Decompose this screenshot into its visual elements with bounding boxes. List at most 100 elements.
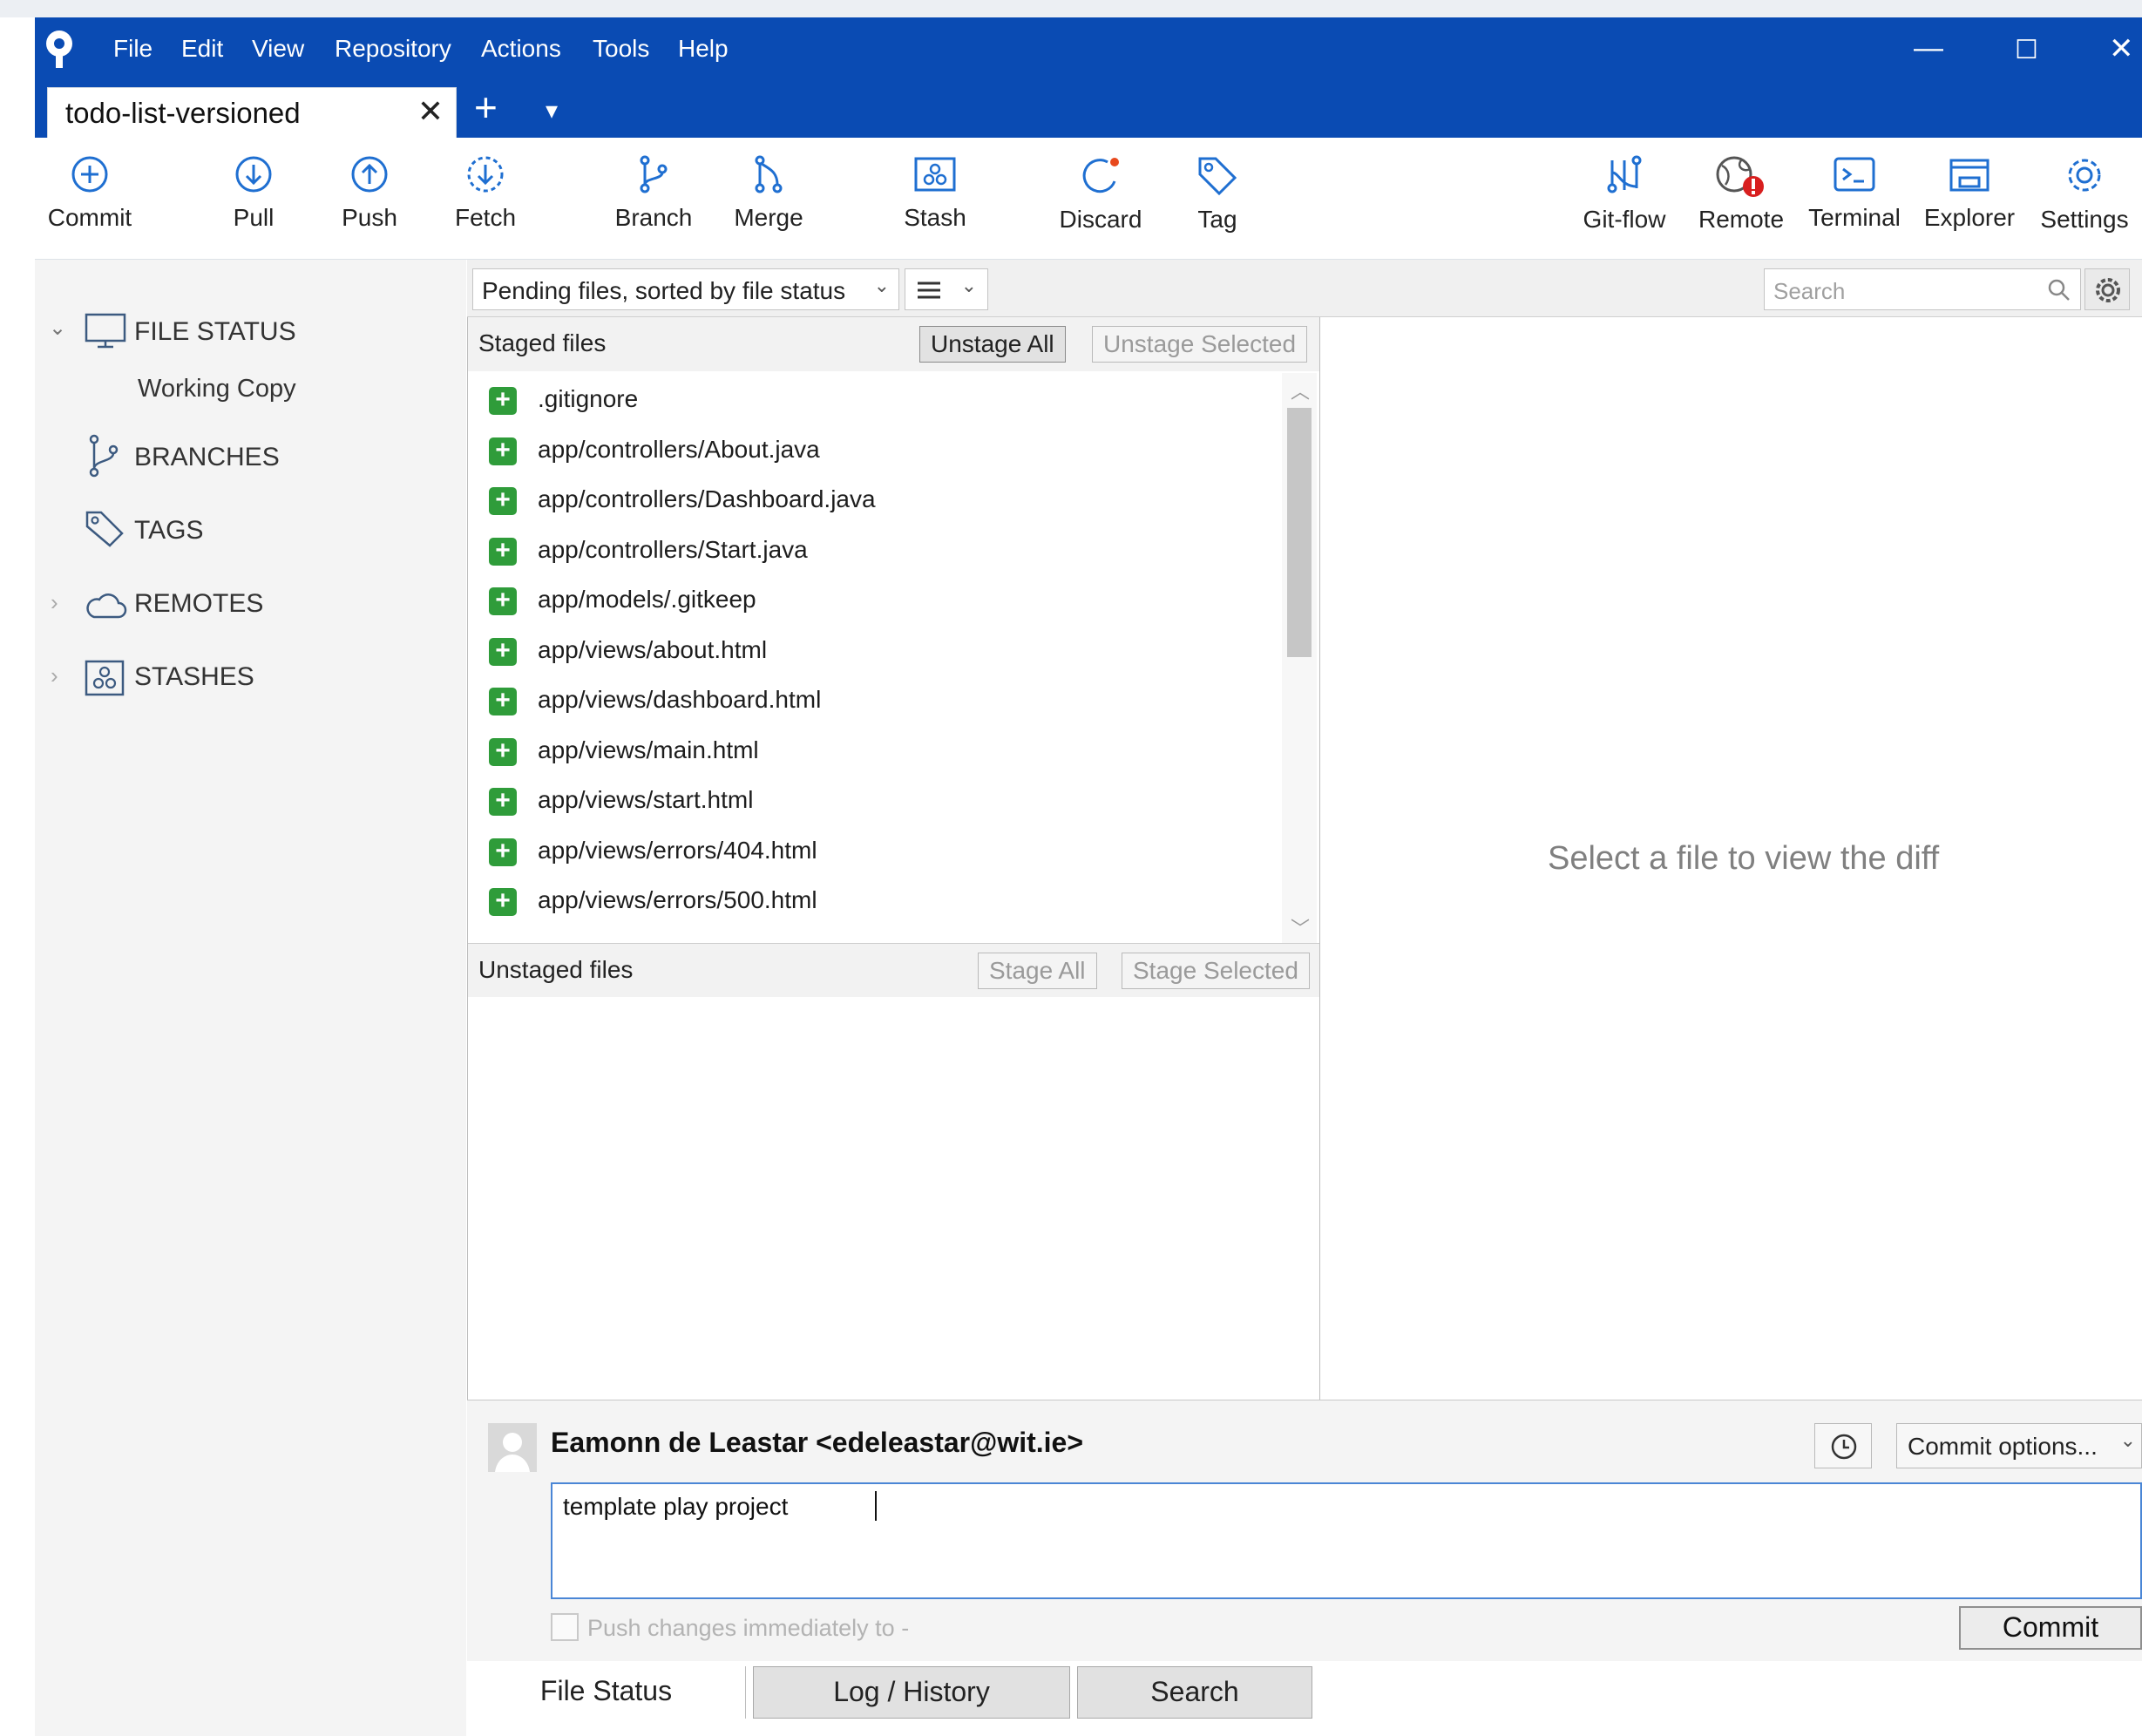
staged-file-row[interactable]: + app/views/dashboard.html xyxy=(489,684,1256,719)
chevron-down-icon: ⌄ xyxy=(873,275,890,296)
staged-file-row[interactable]: + app/views/about.html xyxy=(489,634,1256,669)
file-name: app/views/errors/404.html xyxy=(538,837,817,864)
tab-search-label: Search xyxy=(1150,1676,1239,1707)
merge-icon xyxy=(755,155,783,193)
staged-scrollbar[interactable]: ︿ ﹀ xyxy=(1282,373,1317,948)
menu-actions[interactable]: Actions xyxy=(481,35,561,63)
staged-file-row[interactable]: + app/controllers/Dashboard.java xyxy=(489,484,1256,519)
unstaged-title: Unstaged files xyxy=(478,956,634,983)
list-view-icon xyxy=(918,281,940,299)
remote-label: Remote xyxy=(1698,206,1785,233)
push-immediately-label: Push changes immediately to - xyxy=(587,1615,910,1641)
branch-button[interactable]: Branch xyxy=(603,155,704,251)
scrollbar-thumb[interactable] xyxy=(1287,408,1312,657)
menu-edit[interactable]: Edit xyxy=(181,35,223,63)
sidebar-branches[interactable]: BRANCHES xyxy=(134,443,280,472)
gitflow-button[interactable]: Git-flow xyxy=(1574,155,1675,251)
commit-button[interactable]: Commit xyxy=(42,155,138,251)
staged-file-row[interactable]: + app/models/.gitkeep xyxy=(489,584,1256,619)
staged-file-row[interactable]: + app/views/errors/404.html xyxy=(489,835,1256,870)
tab-log-history[interactable]: Log / History xyxy=(753,1666,1070,1719)
commit-submit-button[interactable]: Commit xyxy=(1959,1606,2142,1650)
added-file-icon: + xyxy=(489,838,517,866)
close-window-button[interactable]: ✕ xyxy=(2109,31,2134,66)
menu-repository[interactable]: Repository xyxy=(335,35,451,63)
commit-message-text: template play project xyxy=(563,1493,789,1520)
pull-button[interactable]: Pull xyxy=(206,155,302,251)
tab-file-status[interactable]: File Status xyxy=(467,1666,746,1719)
commit-author: Eamonn de Leastar <edeleastar@wit.ie> xyxy=(551,1427,1084,1458)
push-button[interactable]: Push xyxy=(322,155,417,251)
commit-options-label: Commit options... xyxy=(1908,1433,2098,1460)
commit-options-dropdown[interactable]: Commit options... ⌄ xyxy=(1896,1423,2142,1468)
tag-button[interactable]: Tag xyxy=(1169,155,1265,251)
chevron-right-icon[interactable]: › xyxy=(51,589,58,616)
discard-button[interactable]: Discard xyxy=(1053,155,1149,251)
sort-dropdown[interactable]: Pending files, sorted by file status ⌄ xyxy=(472,268,899,310)
staged-file-row[interactable]: + app/controllers/Start.java xyxy=(489,534,1256,569)
chevron-down-icon[interactable]: ⌄ xyxy=(49,315,66,341)
branch-icon xyxy=(89,434,119,478)
terminal-button[interactable]: Terminal xyxy=(1804,155,1905,251)
user-avatar-icon xyxy=(495,1433,530,1472)
explorer-button[interactable]: Explorer xyxy=(1919,155,2020,251)
view-mode-dropdown[interactable]: ⌄ xyxy=(905,268,988,310)
added-file-icon: + xyxy=(489,487,517,515)
menu-view[interactable]: View xyxy=(252,35,304,63)
tab-log-history-label: Log / History xyxy=(833,1676,990,1707)
sidebar-file-status[interactable]: FILE STATUS xyxy=(134,317,296,347)
commit-history-button[interactable] xyxy=(1814,1423,1872,1468)
stage-selected-button[interactable]: Stage Selected xyxy=(1122,953,1310,989)
added-file-icon: + xyxy=(489,437,517,465)
merge-button[interactable]: Merge xyxy=(720,155,817,251)
commit-message-input[interactable]: template play project xyxy=(551,1482,2142,1599)
file-name: app/controllers/Dashboard.java xyxy=(538,485,876,512)
menu-tools[interactable]: Tools xyxy=(593,35,649,63)
unstage-all-button[interactable]: Unstage All xyxy=(919,326,1066,363)
staged-file-row[interactable]: + app/views/main.html xyxy=(489,735,1256,770)
scroll-up-icon[interactable]: ︿ xyxy=(1291,376,1310,404)
maximize-button[interactable]: ☐ xyxy=(2015,35,2038,65)
repo-tab-label: todo-list-versioned xyxy=(65,97,301,129)
tab-file-status-label: File Status xyxy=(539,1675,673,1706)
settings-button[interactable]: Settings xyxy=(2036,155,2133,251)
sidebar-remotes[interactable]: REMOTES xyxy=(134,589,263,619)
new-tab-button[interactable]: + xyxy=(474,84,498,131)
tab-close-icon[interactable]: ✕ xyxy=(417,93,444,130)
sidebar-tags[interactable]: TAGS xyxy=(134,516,203,546)
remote-button[interactable]: Remote xyxy=(1691,155,1792,251)
clock-icon xyxy=(1831,1434,1857,1460)
fetch-button[interactable]: Fetch xyxy=(437,155,533,251)
tag-icon xyxy=(1198,157,1237,195)
staged-file-row[interactable]: + app/views/errors/500.html xyxy=(489,885,1256,919)
staged-file-row[interactable]: + app/views/start.html xyxy=(489,784,1256,819)
stash-button[interactable]: Stash xyxy=(887,155,983,251)
push-immediately-checkbox[interactable] xyxy=(551,1613,579,1641)
sidebar-stashes[interactable]: STASHES xyxy=(134,662,254,692)
menu-file[interactable]: File xyxy=(113,35,153,63)
file-name: app/models/.gitkeep xyxy=(538,586,756,613)
gitflow-icon xyxy=(1607,155,1642,193)
repo-tab[interactable]: todo-list-versioned ✕ xyxy=(47,87,457,138)
stage-all-button[interactable]: Stage All xyxy=(978,953,1097,989)
search-placeholder: Search xyxy=(1773,278,1846,304)
unstage-selected-button[interactable]: Unstage Selected xyxy=(1092,326,1308,363)
tab-list-dropdown[interactable]: ▾ xyxy=(546,96,558,125)
fetch-label: Fetch xyxy=(454,204,517,231)
sidebar-working-copy[interactable]: Working Copy xyxy=(138,375,296,403)
chevron-right-icon[interactable]: › xyxy=(51,662,58,689)
minimize-button[interactable]: — xyxy=(1914,31,1943,65)
filter-settings-button[interactable] xyxy=(2084,268,2130,310)
menu-help[interactable]: Help xyxy=(678,35,729,63)
staged-file-row[interactable]: + app/controllers/About.java xyxy=(489,434,1256,469)
search-input[interactable]: Search xyxy=(1764,268,2081,310)
added-file-icon: + xyxy=(489,688,517,715)
pull-label: Pull xyxy=(233,204,275,231)
tab-search[interactable]: Search xyxy=(1077,1666,1312,1719)
staged-file-row[interactable]: + .gitignore xyxy=(489,383,1256,418)
avatar xyxy=(488,1423,537,1472)
discard-icon xyxy=(1082,158,1119,193)
added-file-icon: + xyxy=(489,638,517,666)
scroll-down-icon[interactable]: ﹀ xyxy=(1291,913,1310,941)
stash-label: Stash xyxy=(904,204,966,231)
